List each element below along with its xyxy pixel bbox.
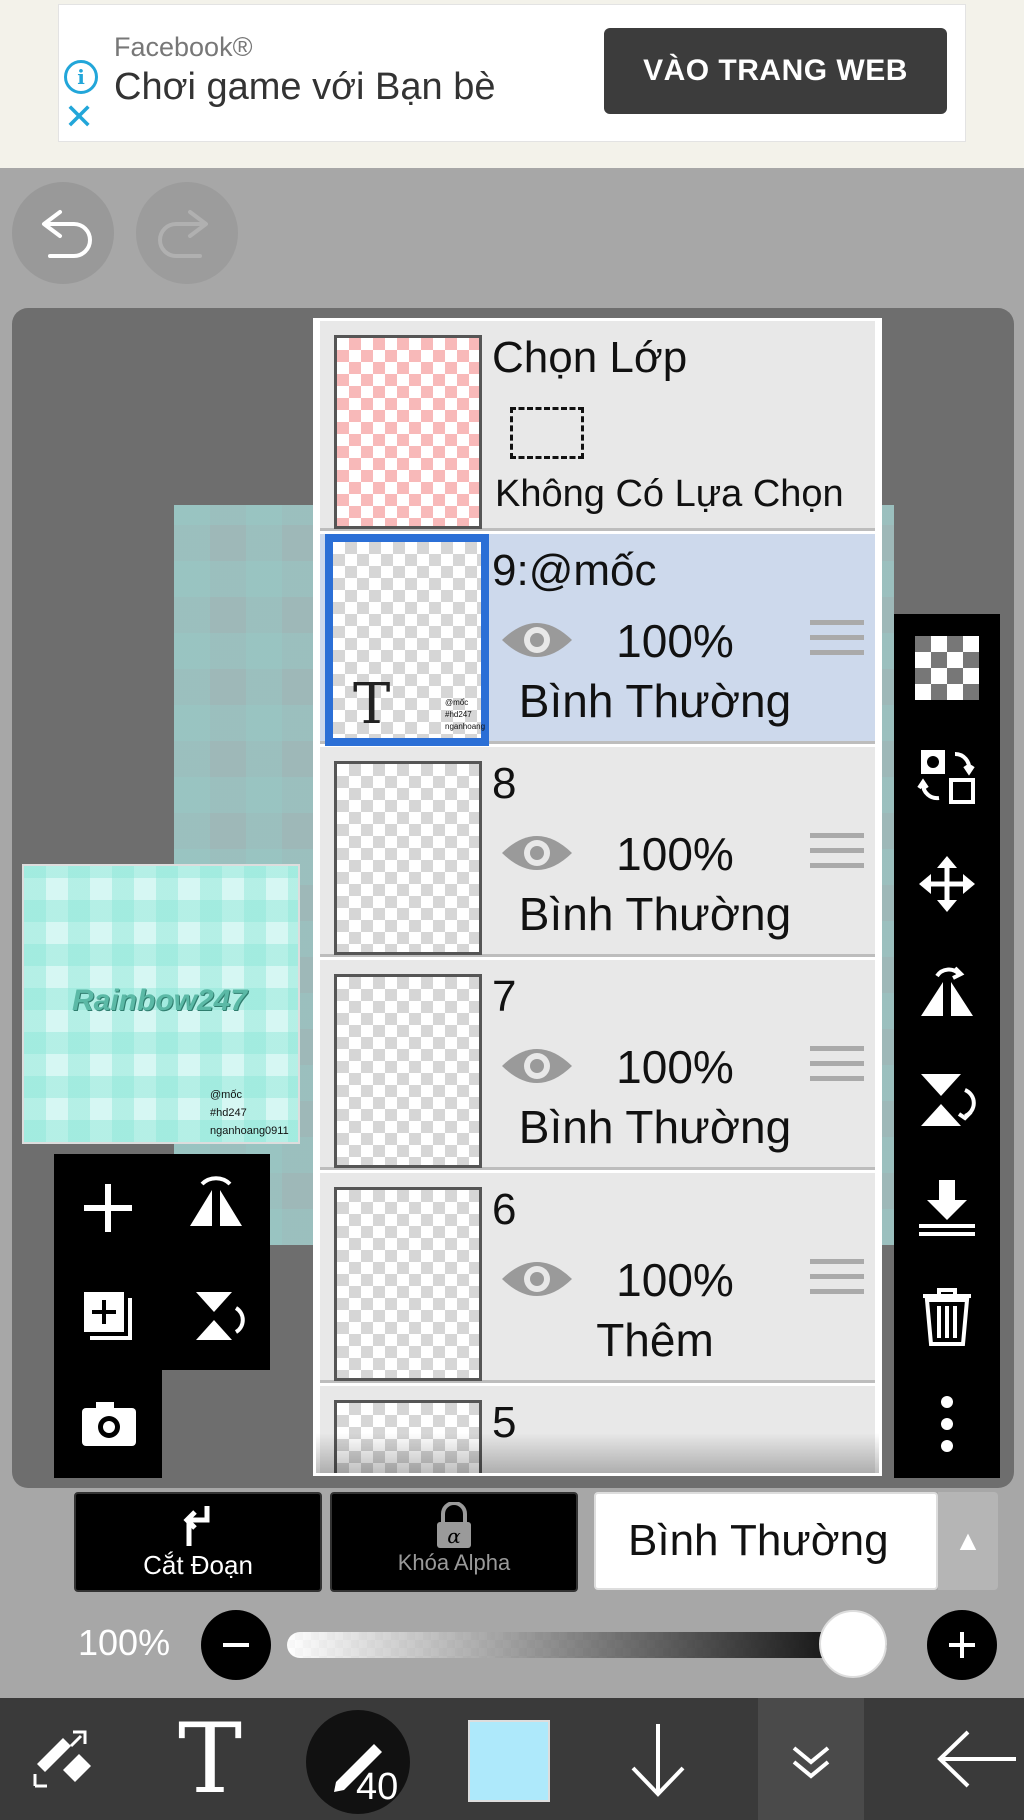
flip-horizontal-icon[interactable]: [162, 1154, 270, 1262]
opacity-value: 100%: [78, 1622, 171, 1663]
redo-icon: [158, 210, 208, 258]
add-layer-icon[interactable]: [54, 1154, 162, 1262]
preview-line: #hd247: [210, 1107, 247, 1119]
brush-size-value: 40: [356, 1766, 399, 1808]
clipping-arrow-icon: [76, 1502, 320, 1550]
layer-row[interactable]: 8 100% Bình Thường: [320, 747, 875, 957]
layer-row[interactable]: T @mốc #hd247 nganhoang 9:@mốc 100% Bình…: [320, 534, 875, 746]
selection-layer-thumbnail: [334, 335, 482, 529]
undo-icon: [42, 210, 92, 258]
clipping-label: Cắt Đoạn: [143, 1550, 253, 1580]
layer-thumbnail[interactable]: [334, 1187, 482, 1381]
layer-opacity: 100%: [616, 1254, 734, 1306]
close-icon[interactable]: ✕: [64, 99, 94, 135]
preview-watermark: @mốc #hd247 nganhoang0911: [210, 1086, 289, 1140]
preview-line: @mốc: [210, 1089, 242, 1101]
layer-thumbnail[interactable]: T @mốc #hd247 nganhoang: [325, 534, 489, 746]
layer-blend-mode: Bình Thường: [518, 1101, 792, 1153]
double-chevron-down-icon: [792, 1746, 830, 1779]
layer-blend-mode: Thêm: [596, 1314, 714, 1366]
drag-handle-icon[interactable]: [810, 620, 864, 666]
layer-swap-icon[interactable]: [894, 722, 1000, 830]
transparency-icon[interactable]: [894, 614, 1000, 722]
alpha-lock-button[interactable]: α Khóa Alpha: [330, 1492, 578, 1592]
selection-layer-title: Chọn Lớp: [492, 333, 688, 382]
visibility-eye-icon[interactable]: [500, 1253, 574, 1305]
arrow-down-icon[interactable]: [598, 1698, 718, 1820]
visibility-eye-icon[interactable]: [500, 614, 574, 666]
thumbnail-line: #hd247: [445, 710, 472, 719]
text-tool-icon[interactable]: T: [150, 1698, 270, 1820]
clipping-button[interactable]: Cắt Đoạn: [74, 1492, 322, 1592]
flip-vertical-icon[interactable]: [894, 1046, 1000, 1154]
undo-button[interactable]: [12, 182, 114, 284]
visibility-eye-icon[interactable]: [500, 1040, 574, 1092]
opacity-slider-thumb[interactable]: [819, 1610, 887, 1678]
text-layer-icon: T: [353, 672, 391, 737]
chevron-up-icon[interactable]: ▲: [938, 1492, 998, 1590]
layer-row[interactable]: 6 100% Thêm: [320, 1173, 875, 1383]
move-icon[interactable]: [894, 830, 1000, 938]
layer-blend-mode: Bình Thường: [518, 675, 792, 727]
selection-status: Không Có Lựa Chọn: [495, 473, 844, 515]
layer-opacity: 100%: [616, 1041, 734, 1093]
layers-toggle-button[interactable]: [758, 1698, 864, 1820]
drag-handle-icon[interactable]: [810, 1046, 864, 1092]
trash-icon[interactable]: [894, 1262, 1000, 1370]
redo-button[interactable]: [136, 182, 238, 284]
drag-handle-icon[interactable]: [810, 833, 864, 879]
preview-art-text: Rainbow247: [72, 984, 248, 1017]
plus-icon: [949, 1632, 975, 1658]
flip-vertical-icon[interactable]: [162, 1262, 270, 1370]
opacity-increase-button[interactable]: [927, 1610, 997, 1680]
layer-opacity: 100%: [616, 828, 734, 880]
lock-icon: α: [332, 1501, 576, 1550]
layer-blend-mode: Bình Thường: [518, 888, 792, 940]
layer-name: 9:@mốc: [492, 546, 657, 595]
layer-thumbnail[interactable]: [334, 974, 482, 1168]
flip-horizontal-icon[interactable]: [894, 938, 1000, 1046]
duplicate-layer-icon[interactable]: [54, 1262, 162, 1370]
layer-tools-pad: [54, 1154, 270, 1370]
selection-layer-row[interactable]: Chọn Lớp Không Có Lựa Chọn: [320, 321, 875, 531]
info-icon[interactable]: i: [64, 60, 98, 94]
preview-line: nganhoang0911: [210, 1125, 289, 1137]
panel-scroll-fade: [316, 1433, 879, 1473]
opacity-decrease-button[interactable]: [201, 1610, 271, 1680]
thumbnail-line: @mốc: [445, 698, 469, 707]
drag-handle-icon[interactable]: [810, 1259, 864, 1305]
blend-mode-select[interactable]: Bình Thường: [594, 1492, 938, 1590]
thumbnail-line: nganhoang: [445, 722, 486, 731]
layer-name: 7: [492, 972, 517, 1021]
layer-row[interactable]: 7 100% Bình Thường: [320, 960, 875, 1170]
ad-cta-button[interactable]: VÀO TRANG WEB: [604, 28, 947, 114]
layer-tools-pad-lower: [54, 1370, 162, 1478]
layer-name: 8: [492, 759, 517, 808]
selection-rect-icon: [510, 407, 584, 459]
merge-down-icon[interactable]: [894, 1154, 1000, 1262]
layer-thumbnail-text: @mốc #hd247 nganhoang: [445, 697, 485, 733]
transform-tools-icon[interactable]: [0, 1698, 120, 1820]
canvas-preview[interactable]: Rainbow247 @mốc #hd247 nganhoang0911: [22, 864, 300, 1144]
minus-icon: [223, 1643, 249, 1647]
layer-opacity: 100%: [616, 615, 734, 667]
layer-panel[interactable]: Chọn Lớp Không Có Lựa Chọn T @mốc #hd247…: [313, 318, 882, 1476]
ad-banner: i ✕ Facebook® Chơi game với Bạn bè VÀO T…: [0, 0, 1024, 168]
more-vertical-icon[interactable]: [894, 1370, 1000, 1478]
ad-brand: Facebook®: [114, 32, 253, 62]
layer-thumbnail[interactable]: [334, 761, 482, 955]
layer-name: 6: [492, 1185, 517, 1234]
camera-icon[interactable]: [54, 1370, 162, 1478]
svg-text:α: α: [447, 1524, 461, 1548]
color-swatch[interactable]: [468, 1720, 550, 1802]
alpha-lock-label: Khóa Alpha: [397, 1550, 511, 1575]
right-toolbar: [894, 614, 1000, 1478]
back-arrow-icon[interactable]: [930, 1698, 1024, 1820]
opacity-slider[interactable]: [287, 1632, 887, 1658]
visibility-eye-icon[interactable]: [500, 827, 574, 879]
ad-headline: Chơi game với Bạn bè: [114, 66, 496, 108]
